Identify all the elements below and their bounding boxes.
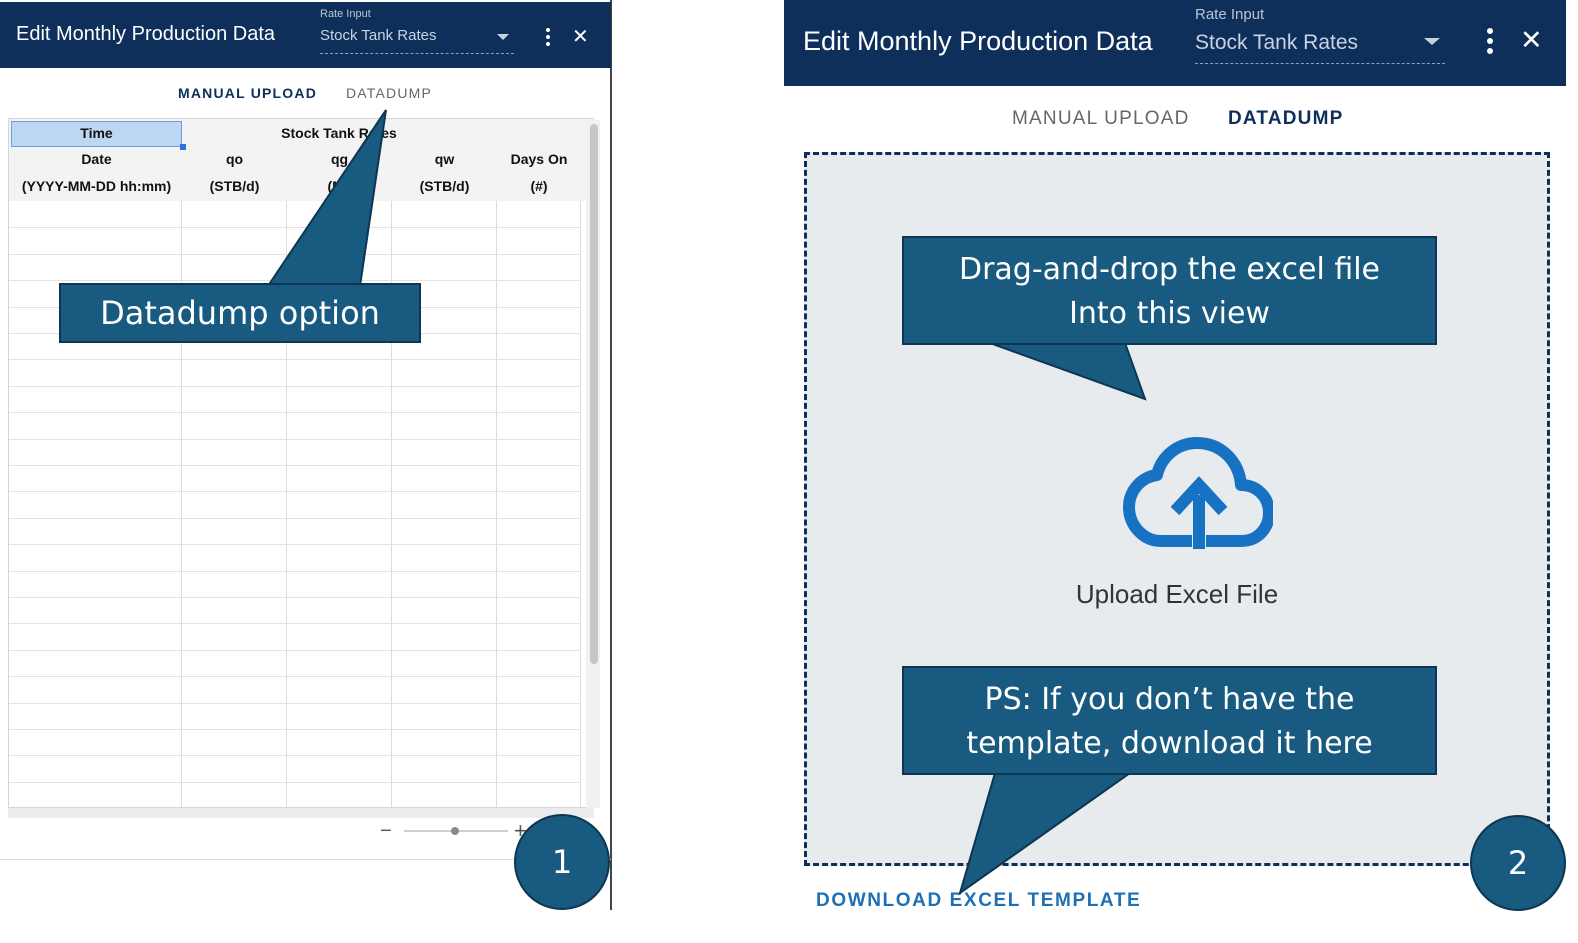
table-row-divider	[9, 412, 581, 414]
table-row-divider	[9, 227, 581, 229]
unit-days-on: (#)	[530, 178, 548, 194]
cloud-upload-icon[interactable]	[1123, 437, 1273, 557]
unit-qg: (Ms	[327, 178, 352, 194]
download-template-link[interactable]: DOWNLOAD EXCEL TEMPLATE	[816, 890, 1141, 912]
grid-header: Time Stock Tank Rates Date qo qg qw Days…	[9, 119, 595, 201]
more-vert-icon[interactable]	[1487, 28, 1493, 57]
table-row-divider	[9, 702, 581, 704]
dropdown-caret-icon[interactable]	[1424, 38, 1440, 45]
tab-datadump[interactable]: DATADUMP	[1228, 108, 1344, 130]
table-row-divider	[9, 359, 581, 361]
table-row-divider	[9, 781, 581, 783]
table-row-divider	[9, 729, 581, 730]
callout-line: PS: If you don’t have the	[984, 682, 1355, 717]
dropdown-caret-icon[interactable]	[497, 34, 509, 40]
step-badge-2: 2	[1470, 815, 1566, 911]
table-row-divider	[9, 570, 581, 572]
group-header-time: Time	[80, 125, 113, 141]
horizontal-scrollbar[interactable]	[8, 808, 594, 818]
table-row-divider	[9, 385, 581, 387]
manual-upload-dialog: Edit Monthly Production Data Rate Input …	[0, 0, 612, 910]
tab-manual-upload[interactable]: MANUAL UPLOAD	[178, 85, 317, 101]
column-header-days-on: Days On	[510, 151, 568, 167]
table-row-divider	[9, 544, 581, 546]
rate-input-label: Rate Input	[1195, 6, 1265, 23]
callout-datadump-option: Datadump option	[59, 283, 421, 343]
rate-input-select[interactable]: Stock Tank Rates	[1195, 30, 1445, 64]
table-row-divider	[9, 623, 581, 625]
unit-qw: (STB/d)	[419, 178, 470, 194]
tab-datadump[interactable]: DATADUMP	[346, 85, 432, 101]
dialog-header: Edit Monthly Production Data Rate Input …	[784, 0, 1566, 86]
column-divider	[496, 201, 497, 807]
column-header-qw: qw	[434, 151, 455, 167]
callout-line: Drag-and-drop the excel file	[958, 252, 1381, 287]
scrollbar-thumb[interactable]	[590, 124, 598, 664]
column-header-qo: qo	[225, 151, 244, 167]
zoom-out-button[interactable]: −	[380, 820, 392, 843]
dialog-header: Edit Monthly Production Data Rate Input …	[0, 2, 611, 68]
group-header-rates: Stock Tank Rates	[281, 125, 397, 141]
table-row-divider	[9, 465, 581, 466]
callout-line: template, download it here	[966, 726, 1373, 761]
table-row-divider	[9, 676, 581, 678]
column-header-qg: qg	[330, 151, 349, 167]
zoom-slider-knob[interactable]	[451, 827, 459, 835]
more-vert-icon[interactable]	[546, 28, 550, 49]
unit-qo: (STB/d)	[209, 178, 260, 194]
table-row-divider	[9, 280, 581, 282]
production-data-grid: Time Stock Tank Rates Date qo qg qw Days…	[8, 118, 595, 810]
rate-input-select[interactable]: Stock Tank Rates	[320, 26, 514, 54]
callout-line: Into this view	[1069, 296, 1270, 331]
table-row-divider	[9, 755, 581, 757]
step-badge-1: 1	[514, 814, 610, 910]
table-row-divider	[9, 649, 581, 651]
table-row-divider	[9, 597, 581, 598]
table-row-divider	[9, 491, 581, 493]
close-icon[interactable]: ✕	[572, 24, 589, 48]
tab-manual-upload[interactable]: MANUAL UPLOAD	[1012, 108, 1190, 130]
column-divider	[580, 201, 581, 807]
upload-label: Upload Excel File	[1075, 579, 1279, 609]
table-row-divider	[9, 253, 581, 255]
screenshot-root: Edit Monthly Production Data Rate Input …	[0, 0, 1578, 943]
close-icon[interactable]: ✕	[1520, 25, 1543, 56]
table-row-divider	[9, 438, 581, 440]
datadump-dialog: Edit Monthly Production Data Rate Input …	[784, 0, 1578, 943]
callout-download-template: PS: If you don’t have the template, down…	[902, 666, 1437, 775]
unit-date: (YYYY-MM-DD hh:mm)	[21, 178, 172, 194]
rate-input-label: Rate Input	[320, 8, 371, 20]
table-row-divider	[9, 517, 581, 519]
dialog-title: Edit Monthly Production Data	[803, 26, 1153, 56]
callout-drag-drop: Drag-and-drop the excel file Into this v…	[902, 236, 1437, 345]
column-header-date: Date	[81, 151, 112, 167]
vertical-scrollbar[interactable]	[586, 120, 600, 808]
dialog-title: Edit Monthly Production Data	[16, 23, 276, 45]
selection-handle[interactable]	[180, 144, 186, 150]
